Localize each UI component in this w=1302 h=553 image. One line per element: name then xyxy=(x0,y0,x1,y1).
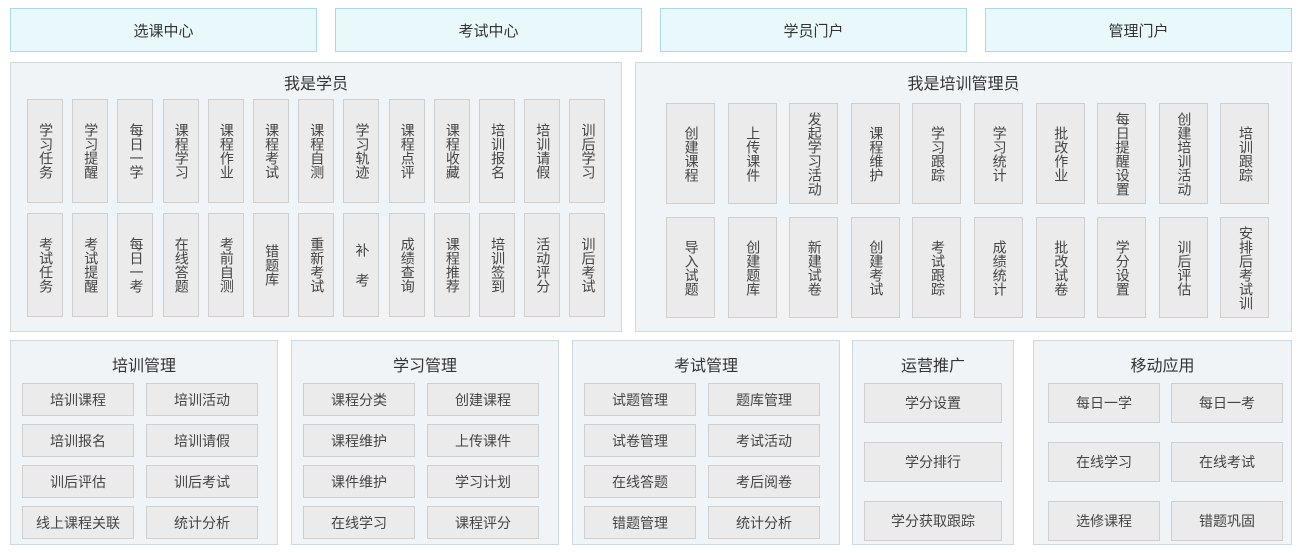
function-tile[interactable]: 课程推荐 xyxy=(433,213,470,317)
menu-tile[interactable]: 课程维护 xyxy=(303,424,415,457)
training-mgmt-panel: 培训管理 培训课程 培训活动 培训报名 培训请假 训后评估 训后考试 线上课程关联 统计分析 xyxy=(10,340,278,545)
function-tile[interactable]: 学习统计 xyxy=(974,103,1023,204)
menu-tile[interactable]: 错题管理 xyxy=(584,506,696,539)
function-tile[interactable]: 课程学习 xyxy=(162,99,199,203)
function-tile[interactable]: 批改试卷 xyxy=(1035,217,1085,318)
function-tile[interactable]: 课程考试 xyxy=(253,99,289,203)
function-tile[interactable]: 安排后考试训 xyxy=(1220,217,1270,318)
menu-tile[interactable]: 考后阅卷 xyxy=(708,465,820,498)
tab-admin-portal[interactable]: 管理门户 xyxy=(985,8,1292,52)
function-tile[interactable]: 考前自测 xyxy=(207,213,244,317)
function-tile[interactable]: 学习轨迹 xyxy=(343,99,380,203)
function-tile[interactable]: 重新考试 xyxy=(298,213,335,317)
menu-tile[interactable]: 学分排行 xyxy=(864,442,1002,482)
function-tile[interactable]: 课程作业 xyxy=(207,99,244,203)
menu-tile[interactable]: 上传课件 xyxy=(427,424,539,457)
menu-tile[interactable]: 错题巩固 xyxy=(1171,501,1283,541)
menu-tile[interactable]: 考试活动 xyxy=(708,424,820,457)
menu-tile[interactable]: 学分获取跟踪 xyxy=(864,501,1002,541)
function-tile[interactable]: 学习任务 xyxy=(27,99,63,203)
function-tile[interactable]: 发起学习活动 xyxy=(789,103,839,204)
student-panel: 我是学员 学习任务 学习提醒 每日一学 课程学习 课程作业 课程考试 课程自测 学习轨迹 课程点… xyxy=(10,62,622,332)
function-tile[interactable]: 考试跟踪 xyxy=(912,217,962,318)
function-tile[interactable]: 导入试题 xyxy=(666,217,715,318)
function-tile[interactable]: 补 考 xyxy=(343,213,380,317)
function-tile[interactable]: 新建试卷 xyxy=(789,217,839,318)
menu-tile[interactable]: 培训活动 xyxy=(146,383,258,416)
menu-tile[interactable]: 培训课程 xyxy=(22,383,134,416)
function-tile[interactable]: 学习提醒 xyxy=(72,99,109,203)
menu-tile[interactable]: 课件维护 xyxy=(303,465,415,498)
function-tile[interactable]: 成绩统计 xyxy=(974,217,1023,318)
student-panel-title: 我是学员 xyxy=(283,74,348,93)
menu-tile[interactable]: 课程分类 xyxy=(303,383,415,416)
menu-tile[interactable]: 在线学习 xyxy=(1048,442,1160,482)
menu-tile[interactable]: 创建课程 xyxy=(427,383,539,416)
function-tile[interactable]: 上传课件 xyxy=(727,103,777,204)
menu-tile[interactable]: 训后评估 xyxy=(22,465,134,498)
menu-tile[interactable]: 线上课程关联 xyxy=(22,506,134,539)
function-tile[interactable]: 活动评分 xyxy=(524,213,561,317)
tab-course-center[interactable]: 选课中心 xyxy=(10,8,317,52)
menu-tile[interactable]: 题库管理 xyxy=(708,383,820,416)
menu-tile[interactable]: 试卷管理 xyxy=(584,424,696,457)
menu-tile[interactable]: 课程评分 xyxy=(427,506,539,539)
menu-tile[interactable]: 在线考试 xyxy=(1171,442,1283,482)
function-tile[interactable]: 成绩查询 xyxy=(388,213,425,317)
function-tile[interactable]: 考试提醒 xyxy=(72,213,109,317)
function-tile[interactable]: 每日一考 xyxy=(117,213,154,317)
menu-tile[interactable]: 选修课程 xyxy=(1048,501,1160,541)
function-tile[interactable]: 创建考试 xyxy=(850,217,900,318)
function-tile[interactable]: 训后学习 xyxy=(569,99,606,203)
ops-panel: 运营推广 学分设置学分排行学分获取跟踪 xyxy=(852,340,1014,545)
function-tile[interactable]: 培训请假 xyxy=(524,99,561,203)
function-tile[interactable]: 课程维护 xyxy=(850,103,900,204)
manager-panel: 我是培训管理员 创建课程 上传课件 发起学习活动 课程维护 学习跟踪 学习统计 批改作业 每日… xyxy=(635,62,1292,332)
function-tile[interactable]: 每日一学 xyxy=(117,99,154,203)
menu-tile[interactable]: 统计分析 xyxy=(146,506,258,539)
training-mgmt-title: 培训管理 xyxy=(111,356,176,375)
menu-tile[interactable]: 学分设置 xyxy=(864,383,1002,423)
function-tile[interactable]: 在线答题 xyxy=(162,213,199,317)
menu-tile[interactable]: 训后考试 xyxy=(146,465,258,498)
function-tile[interactable]: 课程收藏 xyxy=(433,99,470,203)
function-tile[interactable]: 每日提醒设置 xyxy=(1097,103,1147,204)
function-tile[interactable]: 训后考试 xyxy=(569,213,606,317)
manager-panel-title: 我是培训管理员 xyxy=(907,74,1020,93)
exam-mgmt-title: 考试管理 xyxy=(673,356,738,375)
function-tile[interactable]: 学分设置 xyxy=(1097,217,1147,318)
ops-title: 运营推广 xyxy=(900,356,965,375)
function-tile[interactable]: 培训跟踪 xyxy=(1220,103,1270,204)
menu-tile[interactable]: 培训报名 xyxy=(22,424,134,457)
menu-tile[interactable]: 在线答题 xyxy=(584,465,696,498)
menu-tile[interactable]: 在线学习 xyxy=(303,506,415,539)
learning-mgmt-panel: 学习管理 课程分类 创建课程 课程维护 上传课件 课件维护 学习计划 在线学习 课程评分 xyxy=(291,340,559,545)
function-tile[interactable]: 培训报名 xyxy=(479,99,515,203)
menu-tile[interactable]: 每日一学 xyxy=(1048,383,1160,423)
function-tile[interactable]: 创建培训活动 xyxy=(1158,103,1208,204)
menu-tile[interactable]: 学习计划 xyxy=(427,465,539,498)
function-tile[interactable]: 考试任务 xyxy=(27,213,63,317)
function-tile[interactable]: 课程点评 xyxy=(388,99,425,203)
mobile-title: 移动应用 xyxy=(1130,356,1195,375)
function-tile[interactable]: 训后评估 xyxy=(1158,217,1208,318)
menu-tile[interactable]: 培训请假 xyxy=(146,424,258,457)
function-tile[interactable]: 课程自测 xyxy=(298,99,335,203)
function-tile[interactable]: 创建题库 xyxy=(727,217,777,318)
exam-mgmt-panel: 考试管理 试题管理 题库管理 试卷管理 考试活动 在线答题 考后阅卷 错题管理 统计分析 xyxy=(572,340,840,545)
function-tile[interactable]: 创建课程 xyxy=(666,103,715,204)
function-tile[interactable]: 培训签到 xyxy=(479,213,515,317)
tab-student-portal[interactable]: 学员门户 xyxy=(660,8,967,52)
function-tile[interactable]: 学习跟踪 xyxy=(912,103,962,204)
learning-mgmt-title: 学习管理 xyxy=(392,356,457,375)
menu-tile[interactable]: 每日一考 xyxy=(1171,383,1283,423)
menu-tile[interactable]: 统计分析 xyxy=(708,506,820,539)
function-tile[interactable]: 错题库 xyxy=(253,213,289,317)
function-tile[interactable]: 批改作业 xyxy=(1035,103,1085,204)
mobile-panel: 移动应用 每日一学 每日一考 在线学习 在线考试 选修课程 错题巩固 xyxy=(1033,340,1292,545)
menu-tile[interactable]: 试题管理 xyxy=(584,383,696,416)
tab-exam-center[interactable]: 考试中心 xyxy=(335,8,642,52)
